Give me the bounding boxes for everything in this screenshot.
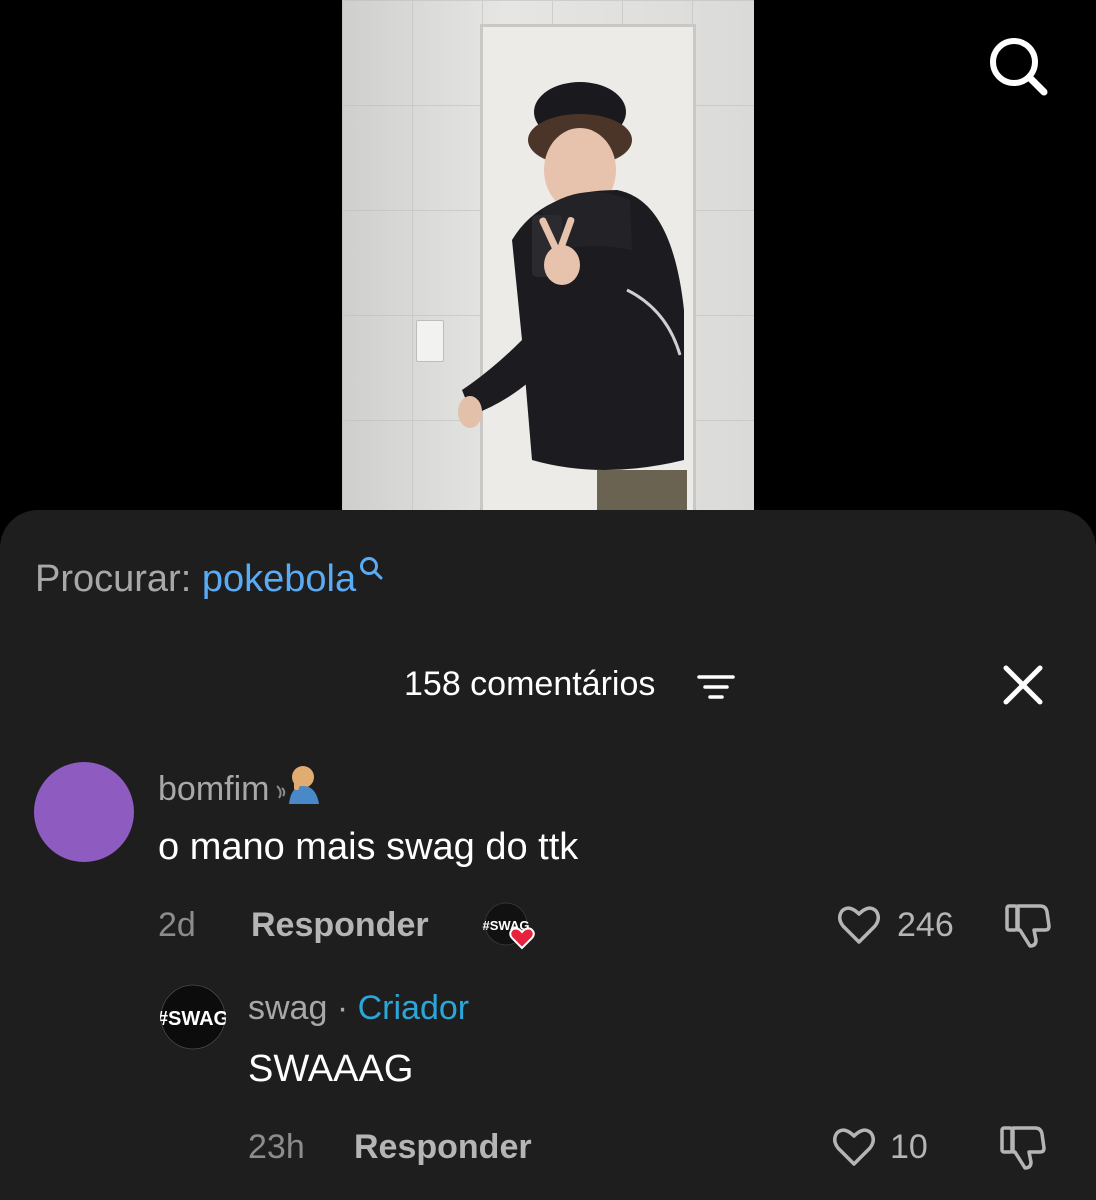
avatar[interactable]: #SWAG	[160, 984, 226, 1050]
avatar[interactable]	[34, 762, 134, 862]
like-count: 246	[897, 906, 954, 944]
comment-text: o mano mais swag do ttk	[158, 826, 579, 868]
reply-username-line[interactable]: swag · Criador	[248, 986, 469, 1030]
search-suggestion[interactable]: Procurar: pokebola	[35, 555, 384, 603]
heart-icon	[833, 1128, 875, 1166]
comment-age: 2d	[158, 906, 196, 944]
heart-icon	[838, 906, 880, 944]
search-icon	[990, 38, 1048, 96]
sort-filter-button[interactable]	[697, 672, 735, 702]
magnifier-icon	[360, 557, 383, 580]
dislike-button[interactable]	[997, 1122, 1049, 1177]
shush-person-emoji-icon	[276, 766, 320, 804]
reply-button[interactable]: Responder	[251, 903, 429, 947]
close-icon	[1003, 665, 1043, 705]
like-count: 10	[890, 1128, 928, 1166]
separator: ·	[336, 989, 349, 1027]
search-suggestion-term[interactable]: pokebola	[202, 558, 356, 600]
svg-text:#SWAG: #SWAG	[160, 1008, 226, 1030]
liked-by-creator-badge: #SWAG	[482, 902, 546, 950]
filter-icon	[697, 675, 735, 699]
username-text: bomfim	[158, 770, 270, 808]
video-area[interactable]	[0, 0, 1096, 520]
reply-button[interactable]: Responder	[354, 1125, 532, 1169]
like-button[interactable]	[835, 902, 883, 951]
video-thumbnail[interactable]	[342, 0, 754, 510]
comment-username[interactable]: bomfim	[158, 764, 321, 811]
comments-count: 158 comentários	[404, 665, 656, 703]
reply-username: swag	[248, 989, 328, 1027]
search-button[interactable]	[986, 34, 1050, 98]
dislike-icon	[1000, 1126, 1046, 1170]
creator-badge: Criador	[357, 989, 470, 1027]
dislike-icon	[1005, 904, 1051, 948]
person-figure	[458, 82, 687, 510]
reply-text: SWAAAG	[248, 1048, 414, 1090]
dislike-button[interactable]	[1002, 900, 1054, 955]
search-suggestion-prefix: Procurar:	[35, 558, 192, 600]
close-comments-button[interactable]	[1000, 662, 1046, 708]
light-switch	[416, 320, 444, 362]
like-button[interactable]	[830, 1124, 878, 1173]
reply-age: 23h	[248, 1128, 305, 1166]
